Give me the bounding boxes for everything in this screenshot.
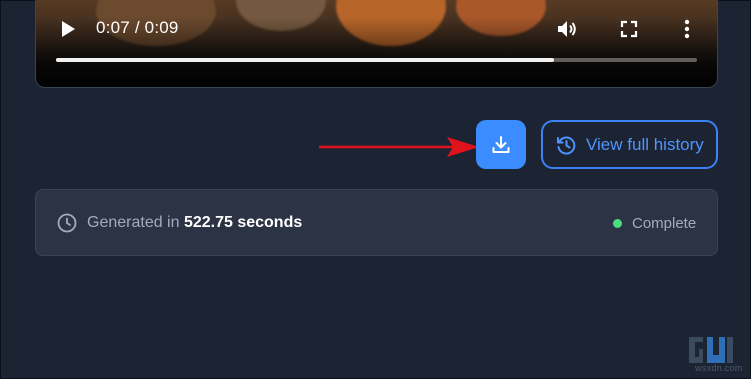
generated-time-text: Generated in 522.75 seconds xyxy=(87,214,302,232)
generation-status-card: Generated in 522.75 seconds Complete xyxy=(35,189,718,256)
video-progress-bar[interactable] xyxy=(56,58,697,62)
video-time: 0:07 / 0:09 xyxy=(96,18,179,38)
history-icon xyxy=(557,136,576,155)
fullscreen-icon[interactable] xyxy=(618,18,640,40)
red-arrow-annotation xyxy=(319,137,479,157)
video-progress-fill xyxy=(56,58,555,62)
view-full-history-button[interactable]: View full history xyxy=(541,120,718,169)
status-indicator-dot xyxy=(613,219,622,228)
volume-icon[interactable] xyxy=(555,17,579,41)
duration: 0:09 xyxy=(144,18,179,37)
current-time: 0:07 xyxy=(96,18,130,37)
watermark-site: wsxdn.com xyxy=(695,363,743,373)
status-label: Complete xyxy=(632,215,697,232)
time-separator: / xyxy=(129,18,145,37)
play-icon[interactable] xyxy=(58,18,78,40)
more-options-icon[interactable] xyxy=(679,17,695,41)
generated-seconds: 522.75 seconds xyxy=(183,214,303,231)
history-button-label: View full history xyxy=(586,134,704,154)
download-icon xyxy=(492,135,510,153)
clock-icon xyxy=(57,213,77,233)
download-button[interactable] xyxy=(476,120,526,169)
video-player[interactable]: 0:07 / 0:09 xyxy=(35,0,718,88)
generated-prefix: Generated in xyxy=(87,214,184,231)
